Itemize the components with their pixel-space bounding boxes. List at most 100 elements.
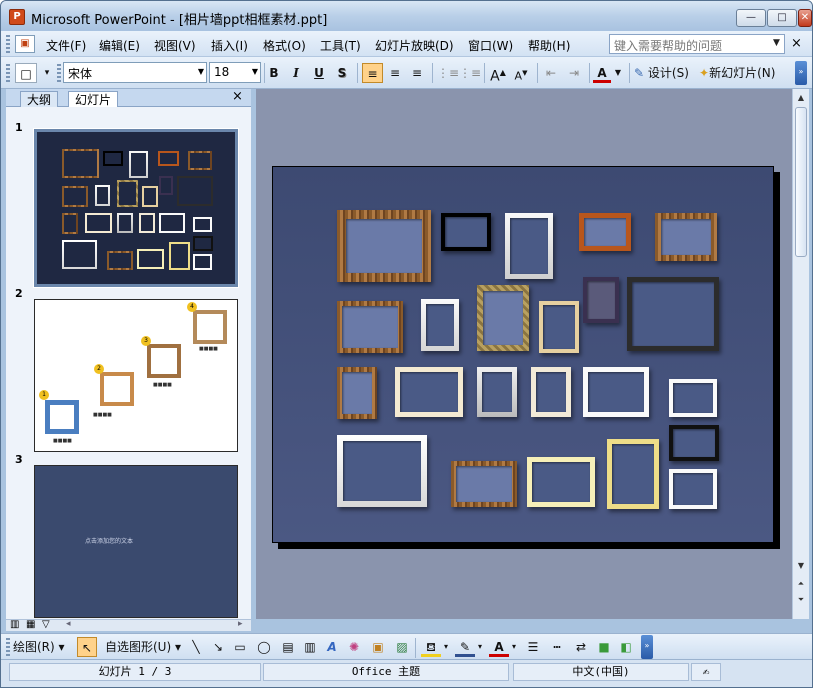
help-dropdown-icon[interactable]: ▼ <box>773 38 780 48</box>
maximize-button[interactable]: □ <box>767 9 797 27</box>
picture-frame[interactable] <box>583 367 649 417</box>
toolbar-overflow-button[interactable]: » <box>795 61 807 85</box>
toolbar-grip[interactable] <box>6 638 10 656</box>
minimize-button[interactable]: — <box>736 9 766 27</box>
picture-frame[interactable] <box>669 379 717 417</box>
arrow-tool-icon[interactable]: ↘ <box>209 637 227 657</box>
powerpoint-app-icon[interactable]: P <box>9 9 25 25</box>
picture-frame[interactable] <box>337 367 377 419</box>
picture-frame[interactable] <box>337 435 427 507</box>
pane-close-button[interactable]: × <box>232 89 243 104</box>
clipart-icon[interactable]: ▣ <box>369 637 387 657</box>
picture-frame[interactable] <box>531 367 571 417</box>
font-color-draw-icon[interactable]: A <box>489 637 509 657</box>
slide-sorter-icon[interactable]: ▦ <box>26 619 35 630</box>
document-icon[interactable]: ▣ <box>15 35 35 53</box>
picture-frame[interactable] <box>477 285 529 351</box>
toolbar-options-icon[interactable]: ▾ <box>41 63 53 83</box>
slide-thumbnails[interactable]: 1 2 1 2 3 4 ■■■■ ■■■■ ■■■■ ■■■■ 3 点击添加您的… <box>6 107 251 619</box>
select-pointer-icon[interactable]: ↖ <box>77 637 97 657</box>
menu-slideshow[interactable]: 幻灯片放映(D) <box>375 37 454 54</box>
italic-button[interactable]: I <box>287 63 305 83</box>
line-color-icon[interactable]: ✎ <box>455 637 475 657</box>
menubar-grip[interactable] <box>6 35 10 53</box>
picture-icon[interactable]: ▨ <box>393 637 411 657</box>
slide-editing-area[interactable] <box>256 89 792 619</box>
bullet-list-icon[interactable]: ⋮≡ <box>459 63 481 83</box>
shadow-button[interactable]: S <box>333 63 351 83</box>
font-size-select[interactable]: 18 ▼ <box>209 62 261 83</box>
tab-slides[interactable]: 幻灯片 <box>68 91 119 107</box>
picture-frame[interactable] <box>655 213 717 261</box>
shrink-font-button[interactable]: A▼ <box>511 63 531 83</box>
picture-frame[interactable] <box>607 439 659 509</box>
decrease-indent-icon[interactable]: ⇤ <box>541 63 561 83</box>
3d-style-icon[interactable]: ◧ <box>617 637 635 657</box>
picture-frame[interactable] <box>539 301 579 353</box>
oval-tool-icon[interactable]: ◯ <box>255 637 273 657</box>
menu-file[interactable]: 文件(F) <box>46 37 86 54</box>
picture-frame[interactable] <box>337 301 403 353</box>
picture-frame[interactable] <box>627 277 719 351</box>
vertical-scrollbar[interactable]: ▲ ▼ ⏶ ⏷ <box>792 89 809 619</box>
toolbar-grip[interactable] <box>6 64 10 82</box>
picture-frame[interactable] <box>451 461 517 507</box>
textbox-tool-icon[interactable]: ▤ <box>279 637 297 657</box>
menu-tools[interactable]: 工具(T) <box>320 37 361 54</box>
menu-format[interactable]: 格式(O) <box>263 37 306 54</box>
line-tool-icon[interactable]: ╲ <box>187 637 205 657</box>
slide-thumbnail-2[interactable]: 1 2 3 4 ■■■■ ■■■■ ■■■■ ■■■■ <box>34 299 238 452</box>
picture-frame[interactable] <box>669 469 717 509</box>
grow-font-button[interactable]: A▲ <box>488 63 508 85</box>
picture-frame[interactable] <box>421 299 459 351</box>
document-close-button[interactable]: × <box>791 36 802 51</box>
autoshape-menu-button[interactable]: 自选图形(U) ▾ <box>105 637 191 657</box>
normal-view-icon[interactable]: ▥ <box>10 619 19 630</box>
font-color-button[interactable]: A <box>593 63 611 83</box>
new-slide-button[interactable]: ✦新幻灯片(N) <box>699 63 787 83</box>
previous-slide-icon[interactable]: ⏶ <box>794 577 808 591</box>
align-center-icon[interactable]: ≡ <box>385 63 405 83</box>
picture-frame[interactable] <box>669 425 719 461</box>
slide-thumbnail-1[interactable] <box>33 128 239 288</box>
chevron-down-icon[interactable]: ▾ <box>510 637 518 657</box>
chevron-down-icon[interactable]: ▼ <box>613 63 623 83</box>
toolbar-grip-2[interactable] <box>57 64 61 82</box>
font-name-select[interactable]: 宋体 ▼ <box>63 62 207 83</box>
picture-frame[interactable] <box>505 213 553 279</box>
picture-frame[interactable] <box>441 213 491 251</box>
scroll-up-icon[interactable]: ▲ <box>794 91 808 105</box>
bold-button[interactable]: B <box>265 63 283 83</box>
draw-menu-button[interactable]: 绘图(R) ▾ <box>13 637 73 657</box>
dash-style-icon[interactable]: ┅ <box>547 637 567 657</box>
picture-frame[interactable] <box>395 367 463 417</box>
slide-thumbnail-3[interactable]: 点击添加您的文本 <box>34 465 238 618</box>
scroll-down-icon[interactable]: ▼ <box>794 559 808 573</box>
picture-frame[interactable] <box>579 213 631 251</box>
align-left-icon[interactable]: ≡ <box>362 63 383 83</box>
menu-help[interactable]: 帮助(H) <box>528 37 570 54</box>
close-window-button[interactable]: ✕ <box>798 9 812 27</box>
arrow-style-icon[interactable]: ⇄ <box>571 637 591 657</box>
help-search-input[interactable]: 键入需要帮助的问题 <box>609 34 785 54</box>
line-style-icon[interactable]: ☰ <box>523 637 543 657</box>
current-slide[interactable] <box>272 166 774 543</box>
picture-frame[interactable] <box>337 210 431 282</box>
picture-frame[interactable] <box>527 457 595 507</box>
scroll-left-icon[interactable]: ◂ <box>66 619 71 629</box>
picture-frame[interactable] <box>583 277 619 323</box>
scroll-right-icon[interactable]: ▸ <box>238 619 243 629</box>
fill-color-icon[interactable]: ⛾ <box>421 637 441 657</box>
align-right-icon[interactable]: ≡ <box>407 63 427 83</box>
toolbar-overflow-button[interactable]: » <box>641 635 653 659</box>
scrollbar-thumb[interactable] <box>795 107 807 257</box>
menu-window[interactable]: 窗口(W) <box>468 37 513 54</box>
design-button[interactable]: ✎ 设计(S) <box>634 63 700 83</box>
new-document-icon[interactable]: □ <box>15 63 37 83</box>
tab-outline[interactable]: 大纲 <box>20 91 59 107</box>
menu-insert[interactable]: 插入(I) <box>211 37 248 54</box>
wordart-icon[interactable]: A <box>323 637 341 657</box>
next-slide-icon[interactable]: ⏷ <box>794 593 808 607</box>
chevron-down-icon[interactable]: ▾ <box>442 637 450 657</box>
numbered-list-icon[interactable]: ⋮≡ <box>437 63 459 83</box>
